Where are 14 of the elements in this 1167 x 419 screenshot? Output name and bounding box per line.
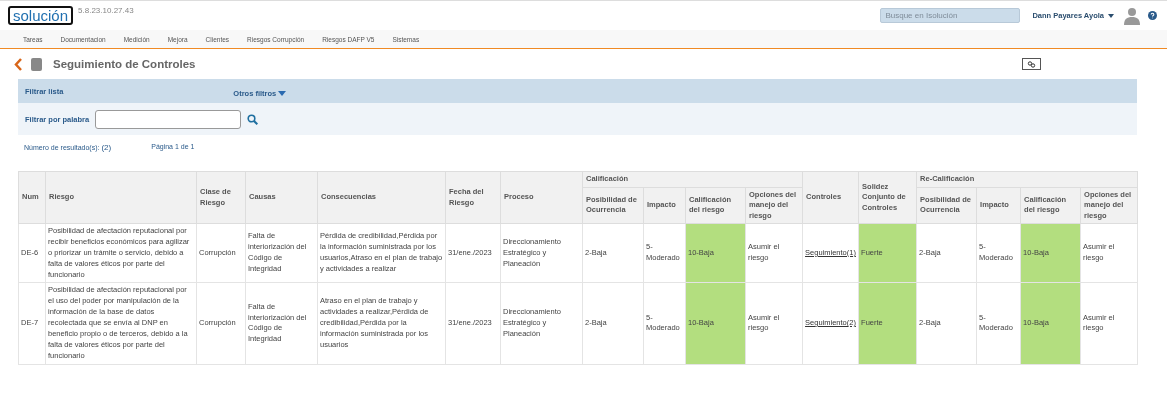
back-icon[interactable] — [14, 57, 22, 71]
caret-icon — [1108, 13, 1114, 18]
link-icon — [1027, 60, 1036, 68]
word-filter-field[interactable] — [95, 109, 242, 129]
logo: solución — [8, 6, 74, 25]
search-icon[interactable] — [247, 113, 259, 125]
caret-icon — [278, 91, 287, 96]
page-title: Seguimiento de Controles — [53, 58, 196, 70]
document-icon — [30, 57, 43, 71]
version-text: 5.8.23.10.27.43 — [78, 6, 134, 15]
user-icon[interactable] — [1124, 6, 1140, 25]
search-field[interactable]: Busque en Isolución — [880, 8, 1021, 23]
help-icon[interactable] — [1148, 11, 1157, 20]
link-button[interactable] — [1022, 58, 1041, 70]
